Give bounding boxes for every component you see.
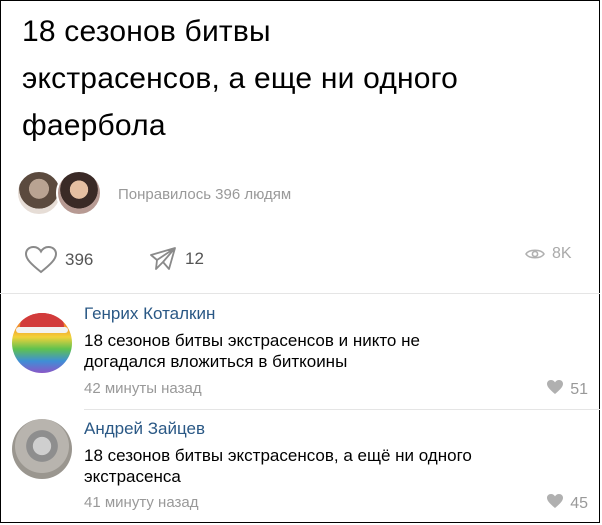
comment-text-line: экстрасенса (84, 467, 181, 486)
views-counter: 8K (525, 245, 572, 263)
liked-by-text[interactable]: Понравилось 396 людям (118, 186, 291, 203)
share-icon (148, 245, 178, 273)
liked-by-row[interactable]: Понравилось 396 людям (16, 170, 416, 220)
heart-icon (546, 379, 564, 400)
comment-like-count: 51 (570, 380, 588, 398)
comment-text-line: 18 сезонов битвы экстрасенсов и никто не (84, 331, 420, 350)
comment: Генрих Коталкин 18 сезонов битвы экстрас… (0, 293, 600, 409)
avatar[interactable] (12, 419, 72, 479)
post-text-line: экстрасенсов, а еще ни одного (22, 62, 459, 95)
comment-time[interactable]: 42 минуты назад (84, 380, 202, 397)
comment-author[interactable]: Генрих Коталкин (84, 304, 215, 324)
comment-like-button[interactable]: 45 (546, 493, 588, 514)
santa-hat-trim (16, 327, 68, 333)
comment-text: 18 сезонов битвы экстрасенсов, а ещё ни … (84, 445, 574, 487)
like-button[interactable]: 396 (24, 245, 93, 275)
comment-like-count: 45 (570, 494, 588, 512)
comment-text: 18 сезонов битвы экстрасенсов и никто не… (84, 330, 574, 372)
comment: Андрей Зайцев 18 сезонов битвы экстрасен… (0, 409, 600, 521)
comment-like-button[interactable]: 51 (546, 379, 588, 400)
post-text-line: 18 сезонов битвы (22, 15, 271, 48)
eye-icon (525, 247, 545, 261)
heart-icon (546, 493, 564, 514)
views-count: 8K (552, 245, 572, 262)
comment-author[interactable]: Андрей Зайцев (84, 419, 205, 439)
post-text-line: фаербола (22, 109, 166, 142)
like-count: 396 (65, 250, 94, 269)
heart-icon (24, 245, 58, 275)
avatar[interactable] (12, 313, 72, 373)
post-text: 18 сезонов битвы экстрасенсов, а еще ни … (22, 8, 582, 149)
share-button[interactable]: 12 (148, 245, 204, 273)
comment-text-line: 18 сезонов битвы экстрасенсов, а ещё ни … (84, 446, 472, 465)
post-actions: 396 12 8K (0, 245, 600, 281)
share-count: 12 (185, 249, 204, 268)
liker-avatar[interactable] (56, 170, 102, 216)
comment-text-line: догадался вложиться в биткоины (84, 352, 348, 371)
comment-time[interactable]: 41 минуту назад (84, 494, 198, 511)
